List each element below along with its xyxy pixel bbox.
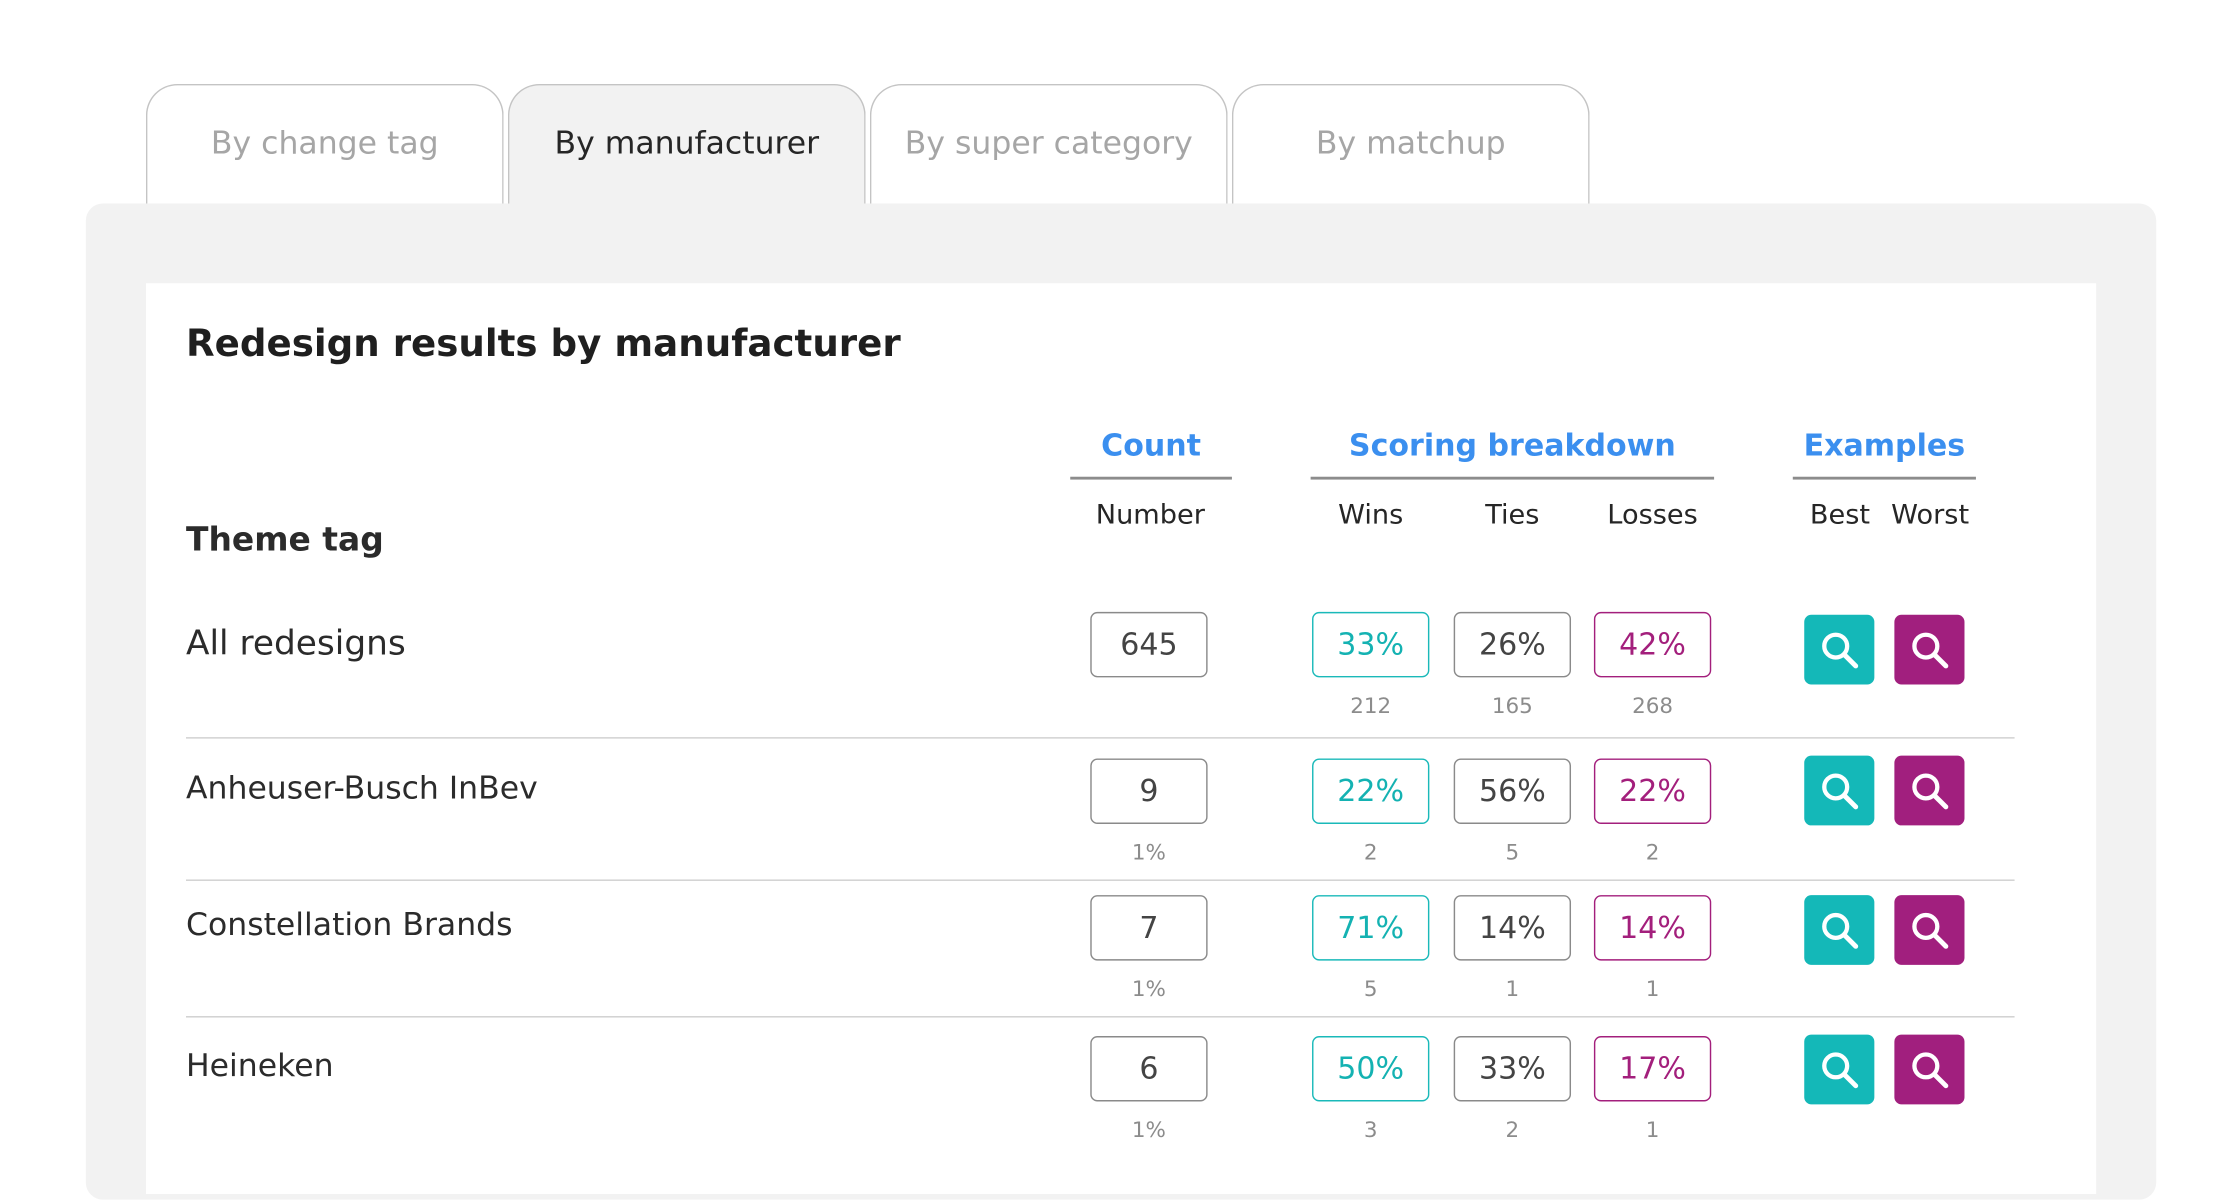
search-icon [1821,912,1858,949]
search-icon [1821,772,1858,809]
tab-label: By matchup [1315,126,1506,163]
row-divider [186,879,2015,881]
col-header-ties: Ties [1485,499,1540,531]
col-header-losses: Losses [1607,499,1698,531]
ties-count: 5 [1505,839,1520,866]
best-example-button[interactable] [1804,755,1875,826]
ties-count: 165 [1491,693,1533,719]
losses-cell: 14% [1593,895,1712,961]
group-header-count: Count [1070,428,1232,480]
count-cell: 6 [1090,1036,1208,1102]
count-cell: 9 [1090,758,1208,824]
ties-count: 2 [1505,1117,1520,1143]
col-header-number: Number [1095,499,1205,531]
count-cell: 645 [1090,611,1208,678]
search-icon [1821,631,1858,668]
wins-count: 3 [1363,1117,1378,1143]
col-header-worst: Worst [1891,499,1970,531]
losses-count: 268 [1632,693,1674,719]
group-header-scoring: Scoring breakdown [1310,428,1715,480]
count-cell: 7 [1090,895,1208,961]
ties-cell: 56% [1453,758,1572,824]
tab-label: By super category [904,126,1193,163]
count-percent: 1% [1131,1117,1166,1143]
ties-cell: 33% [1453,1036,1572,1102]
losses-count: 2 [1645,839,1660,866]
row-label: Constellation Brands [186,907,513,944]
losses-count: 1 [1645,976,1660,1002]
wins-count: 212 [1350,693,1392,719]
page-title: Redesign results by manufacturer [186,323,901,366]
row-divider [186,1016,2015,1018]
losses-cell: 22% [1593,758,1712,824]
wins-count: 5 [1363,976,1378,1002]
ties-cell: 26% [1453,611,1572,678]
losses-count: 1 [1645,1117,1660,1143]
ties-cell: 14% [1453,895,1572,961]
row-divider [186,737,2015,739]
wins-cell: 22% [1312,758,1430,824]
tab-by-matchup[interactable]: By matchup [1231,83,1590,204]
wins-count: 2 [1363,839,1378,866]
worst-example-button[interactable] [1894,755,1965,826]
count-percent: 1% [1131,976,1166,1002]
worst-example-button[interactable] [1894,614,1965,685]
search-icon [1821,1051,1858,1088]
worst-example-button[interactable] [1894,1034,1965,1105]
col-header-best: Best [1809,499,1871,531]
group-header-examples: Examples [1792,428,1976,480]
wins-cell: 33% [1312,611,1430,678]
search-icon [1911,631,1948,668]
row-label: Anheuser-Busch InBev [186,771,538,807]
tab-by-change-tag[interactable]: By change tag [145,83,504,204]
wins-cell: 50% [1312,1036,1430,1102]
results-card: Redesign results by manufacturer Count S… [145,283,2097,1194]
search-icon [1911,912,1948,949]
best-example-button[interactable] [1804,1034,1875,1105]
tab-by-manufacturer[interactable]: By manufacturer [507,83,866,204]
theme-tag-header: Theme tag [186,522,384,560]
stage: By change tag By manufacturer By super c… [0,0,2232,1200]
tab-by-super-category[interactable]: By super category [869,83,1228,204]
count-percent: 1% [1131,839,1166,866]
losses-cell: 42% [1593,611,1712,678]
col-header-wins: Wins [1338,499,1404,531]
tab-label: By manufacturer [554,126,820,163]
best-example-button[interactable] [1804,895,1875,965]
ties-count: 1 [1505,976,1520,1002]
worst-example-button[interactable] [1894,895,1965,965]
best-example-button[interactable] [1804,614,1875,685]
search-icon [1911,772,1948,809]
row-label: All redesigns [186,623,406,664]
row-label: Heineken [186,1048,334,1085]
wins-cell: 71% [1312,895,1430,961]
search-icon [1911,1051,1948,1088]
tab-label: By change tag [210,126,439,163]
losses-cell: 17% [1593,1036,1712,1102]
